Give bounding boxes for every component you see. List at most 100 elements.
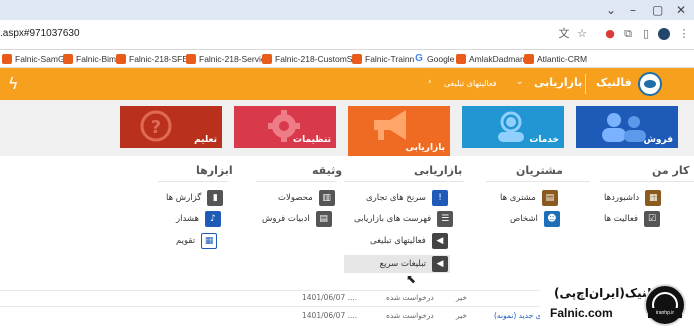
menu-item-label: داشبوردها: [604, 193, 640, 203]
menu-item-marketing-lists[interactable]: ☰ فهرست های بازاریابی: [354, 210, 454, 228]
bookmark-label: Falnic-Trainng: [365, 54, 420, 64]
address-bar: .aspx#971037630 文 ☆ ● ⧉ ▯ ⋮: [0, 20, 694, 50]
bookmark-item[interactable]: Falnic-Bime: [63, 52, 121, 66]
tile-training[interactable]: ? تعلیم: [120, 106, 222, 148]
table-row[interactable]: 1401/06/07 .... درخواست شده خیر برنامه و…: [0, 308, 606, 324]
module-menu: کار من ▦ داشبوردها ☑ فعالیت ها مشتریان ▤ مش…: [0, 156, 694, 284]
customer-icon: ▤: [541, 190, 558, 206]
minimize-icon[interactable]: –: [630, 1, 636, 19]
bookmark-item[interactable]: Falnic-218-Servie: [186, 52, 266, 66]
tile-label: خدمات: [529, 135, 559, 145]
bookmark-item[interactable]: Falnic-218-SFES: [116, 52, 194, 66]
bookmark-item[interactable]: Atlantic-CRM: [524, 52, 587, 66]
calendar-icon: ▦: [201, 233, 218, 249]
profile-avatar-icon[interactable]: [656, 26, 672, 42]
close-icon[interactable]: ✕: [676, 1, 686, 19]
menu-item-leads[interactable]: ! سرنخ های تجاری: [366, 189, 448, 207]
bookmark-item[interactable]: Falnic-218-CustomS...: [262, 52, 360, 66]
divider: [486, 181, 590, 182]
menu-item-quick-campaigns[interactable]: ◀ تبلیغات سریع: [344, 255, 450, 273]
favicon-icon: [352, 54, 362, 64]
more-menu-icon[interactable]: ⋮: [676, 26, 692, 42]
menu-item-accounts[interactable]: ▤ مشتری ها: [500, 189, 558, 207]
bookmark-item[interactable]: Falnic-Trainng: [352, 52, 419, 66]
tile-label: تعلیم: [194, 135, 217, 145]
extensions-icon[interactable]: ⧉: [620, 26, 636, 42]
menu-column-title: ابزارها: [196, 164, 233, 177]
url-text[interactable]: .aspx#971037630: [0, 28, 80, 39]
chevron-right-icon[interactable]: ›: [428, 77, 432, 87]
watermark-logo-icon: iranhp.ir: [644, 284, 686, 326]
sidebar-icon[interactable]: ▯: [638, 26, 654, 42]
maximize-icon[interactable]: ▢: [652, 1, 663, 19]
menu-item-contacts[interactable]: ☻ اشخاص: [510, 210, 560, 228]
browser-title-bar: ⌄ – ▢ ✕: [0, 0, 694, 20]
menu-item-activities[interactable]: ☑ فعالیت ها: [604, 210, 661, 228]
menu-item-label: فعالیتهای تبلیغی: [370, 236, 426, 246]
menu-item-products[interactable]: ▥ محصولات: [278, 189, 335, 207]
menu-item-campaigns[interactable]: ◀ فعالیتهای تبلیغی: [370, 232, 448, 250]
divider: [0, 306, 540, 307]
lightning-icon[interactable]: ϟ: [8, 74, 19, 93]
menu-item-label: تبلیغات سریع: [379, 259, 426, 269]
microphone-icon[interactable]: ●: [602, 26, 618, 42]
menu-item-calendar[interactable]: ▦ تقویم: [176, 232, 218, 250]
bookmark-item[interactable]: Falnic-SamG: [2, 52, 65, 66]
favicon-icon: [524, 54, 534, 64]
list-icon: ☰: [437, 211, 454, 227]
divider: [600, 181, 694, 182]
menu-item-alerts[interactable]: ♪ هشدار: [176, 210, 221, 228]
bookmark-item[interactable]: AmlakDadman: [456, 52, 525, 66]
tile-settings[interactable]: تنظیمات: [234, 106, 336, 148]
favicon-icon: [2, 54, 12, 64]
module-tiles: فروش خدمات بازاریابی تنظیمات ? تعلیم: [0, 100, 694, 156]
lead-icon: !: [432, 190, 448, 206]
menu-column-title: کار من: [652, 164, 690, 177]
cell-status: درخواست شده: [386, 293, 434, 302]
promo-site: Falnic.com: [550, 306, 613, 320]
tile-marketing[interactable]: بازاریابی: [348, 106, 450, 156]
bookmark-label: Falnic-Bime: [76, 54, 121, 64]
dropdown-icon[interactable]: ⌄: [606, 1, 616, 19]
cell-date: 1401/06/07 ....: [302, 293, 358, 302]
favicon-icon: [456, 54, 466, 64]
tile-services[interactable]: خدمات: [462, 106, 564, 148]
app-header: ϟ فالنیک بازاریابی ⌄ فعالیتهای تبلیغی ›: [0, 68, 694, 100]
brand-name[interactable]: فالنیک: [596, 76, 632, 89]
module-nav[interactable]: بازاریابی: [534, 76, 582, 89]
cell-value: خیر: [456, 311, 468, 320]
svg-text:?: ?: [151, 117, 161, 138]
table-row[interactable]: 1401/06/07 .... درخواست شده خیر: [0, 290, 540, 306]
divider: [344, 181, 464, 182]
breadcrumb-item[interactable]: فعالیتهای تبلیغی: [444, 79, 497, 88]
divider: [158, 181, 228, 182]
translate-icon[interactable]: 文: [556, 26, 572, 42]
menu-column-title: وثیقه: [312, 164, 343, 177]
bookmark-label: Atlantic-CRM: [537, 54, 588, 64]
chevron-down-icon[interactable]: ⌄: [516, 77, 524, 87]
favicon-icon: [186, 54, 196, 64]
menu-item-label: تقویم: [176, 236, 196, 246]
tile-sales[interactable]: فروش: [576, 106, 678, 148]
menu-item-label: اشخاص: [510, 214, 538, 224]
divider: [585, 74, 586, 94]
dashboard-icon: ▦: [645, 190, 662, 206]
menu-item-label: ادبیات فروش: [262, 214, 310, 224]
bookmark-label: Falnic-SamG: [15, 54, 65, 64]
activity-icon: ☑: [644, 211, 661, 227]
quick-campaign-icon: ◀: [432, 256, 448, 272]
logo-band: iranhp.ir: [648, 308, 682, 318]
menu-item-label: محصولات: [278, 193, 313, 203]
menu-item-dashboards[interactable]: ▦ داشبوردها: [604, 189, 662, 207]
sales-literature-icon: ▤: [315, 211, 332, 227]
menu-item-label: فعالیت ها: [604, 214, 639, 224]
bookmark-label: Falnic-218-SFES: [129, 54, 194, 64]
bookmark-star-icon[interactable]: ☆: [574, 26, 590, 42]
bookmark-item[interactable]: G Google: [414, 52, 454, 66]
bookmarks-bar: Falnic-SamG Falnic-Bime Falnic-218-SFES …: [0, 50, 694, 68]
cell-value: خیر: [456, 293, 468, 302]
menu-column-title: مشتریان: [516, 164, 563, 177]
campaign-icon: ◀: [431, 233, 448, 249]
menu-item-reports[interactable]: ▮ گزارش ها: [166, 189, 224, 207]
menu-item-sales-literature[interactable]: ▤ ادبیات فروش: [262, 210, 332, 228]
